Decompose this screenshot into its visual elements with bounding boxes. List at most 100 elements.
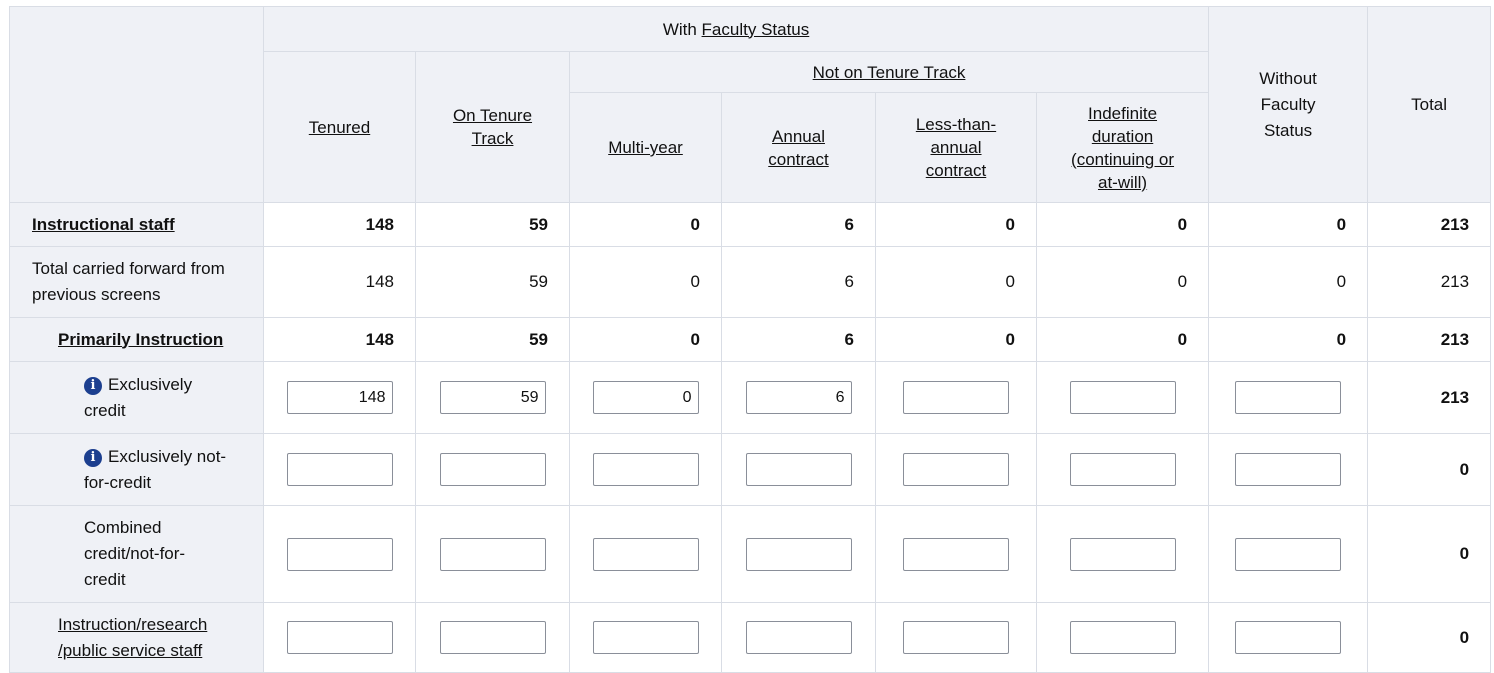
multi-year-input[interactable] bbox=[592, 453, 699, 486]
input-cell bbox=[1035, 505, 1210, 603]
indefinite-input[interactable] bbox=[1069, 621, 1176, 654]
input-cell bbox=[415, 361, 570, 434]
annual-contract-link[interactable]: Annual contract bbox=[768, 127, 828, 169]
multi-year-header[interactable]: Multi-year bbox=[569, 92, 722, 203]
not-on-tenure-track-link[interactable]: Not on Tenure Track bbox=[813, 63, 966, 82]
tenured-input[interactable] bbox=[286, 381, 393, 414]
cell-value: 0 bbox=[569, 317, 722, 362]
cell-value: 0 bbox=[569, 246, 722, 318]
input-cell bbox=[875, 433, 1037, 506]
on-tenure-track-input[interactable] bbox=[439, 381, 546, 414]
less-than-annual-input[interactable] bbox=[903, 621, 1009, 654]
multi-year-input[interactable] bbox=[592, 537, 699, 571]
less-than-annual-header[interactable]: Less-than-annual contract bbox=[875, 92, 1037, 203]
input-cell bbox=[721, 505, 876, 603]
cell-value: 6 bbox=[721, 246, 876, 318]
cell-value: 59 bbox=[415, 317, 570, 362]
input-cell bbox=[875, 602, 1037, 673]
cell-value: 0 bbox=[1035, 202, 1210, 247]
table-row: Instruction/research /public service sta… bbox=[9, 602, 1492, 673]
tenured-input[interactable] bbox=[286, 537, 393, 571]
not-on-tenure-track-header[interactable]: Not on Tenure Track bbox=[568, 51, 1210, 93]
less-than-annual-input[interactable] bbox=[903, 453, 1009, 486]
indefinite-input[interactable] bbox=[1069, 453, 1176, 486]
indefinite-header[interactable]: Indefinite duration (continuing or at-wi… bbox=[1035, 92, 1210, 203]
cell-value: 148 bbox=[263, 317, 416, 362]
row-total: 213 bbox=[1367, 246, 1492, 318]
input-cell bbox=[721, 433, 876, 506]
without-faculty-input[interactable] bbox=[1235, 381, 1342, 414]
table-row: i Exclusively not-for-credit 0 bbox=[9, 433, 1492, 506]
multi-year-input[interactable] bbox=[592, 621, 699, 654]
row-total: 213 bbox=[1367, 317, 1492, 362]
with-prefix: With bbox=[662, 19, 697, 39]
indefinite-input[interactable] bbox=[1069, 537, 1176, 571]
tenured-input[interactable] bbox=[286, 453, 393, 486]
input-cell bbox=[569, 433, 722, 506]
on-tenure-track-header[interactable]: On Tenure Track bbox=[415, 51, 570, 203]
multi-year-link[interactable]: Multi-year bbox=[608, 138, 683, 157]
cell-value: 0 bbox=[1208, 246, 1369, 318]
annual-contract-header[interactable]: Annual contract bbox=[721, 92, 876, 203]
annual-contract-input[interactable] bbox=[745, 621, 852, 654]
row-total: 0 bbox=[1367, 505, 1492, 603]
cell-value: 0 bbox=[875, 202, 1037, 247]
info-icon[interactable]: i bbox=[84, 376, 102, 395]
input-cell bbox=[415, 433, 570, 506]
input-cell bbox=[569, 602, 722, 673]
on-tenure-track-input[interactable] bbox=[439, 621, 546, 654]
instructional-staff-link[interactable]: Instructional staff bbox=[32, 215, 175, 234]
tenured-input[interactable] bbox=[286, 621, 393, 654]
row-label: Instruction/research /public service sta… bbox=[9, 602, 264, 673]
indefinite-input[interactable] bbox=[1069, 381, 1176, 414]
less-than-annual-input[interactable] bbox=[903, 537, 1009, 571]
input-cell bbox=[569, 361, 722, 434]
less-than-annual-input[interactable] bbox=[903, 381, 1009, 414]
input-cell bbox=[721, 602, 876, 673]
cell-value: 0 bbox=[1208, 317, 1369, 362]
cell-value: 6 bbox=[721, 202, 876, 247]
without-faculty-input[interactable] bbox=[1235, 537, 1342, 571]
input-cell bbox=[263, 602, 416, 673]
instruction-research-link[interactable]: Instruction/research /public service sta… bbox=[58, 615, 207, 660]
annual-contract-input[interactable] bbox=[745, 453, 852, 486]
table-row: iExclusively credit 213 bbox=[9, 361, 1492, 434]
row-label: Combined credit/not-for-credit bbox=[9, 505, 264, 603]
table-row: Primarily Instruction 148 59 0 6 0 0 0 2… bbox=[9, 317, 1492, 362]
corner-cell bbox=[9, 6, 264, 203]
total-header: Total bbox=[1367, 6, 1492, 203]
row-label-text: Exclusively not-for-credit bbox=[84, 446, 227, 492]
primarily-instruction-link[interactable]: Primarily Instruction bbox=[58, 330, 223, 349]
info-icon[interactable]: i bbox=[84, 448, 102, 467]
row-total: 213 bbox=[1367, 361, 1492, 434]
on-tenure-track-input[interactable] bbox=[439, 537, 546, 571]
without-faculty-input[interactable] bbox=[1235, 453, 1342, 486]
input-cell bbox=[1035, 602, 1210, 673]
multi-year-input[interactable] bbox=[592, 381, 699, 414]
cell-value: 0 bbox=[1035, 317, 1210, 362]
input-cell bbox=[1035, 433, 1210, 506]
cell-value: 0 bbox=[875, 246, 1037, 318]
input-cell bbox=[415, 505, 570, 603]
tenured-header[interactable]: Tenured bbox=[263, 51, 416, 203]
on-tenure-track-link[interactable]: On Tenure Track bbox=[453, 106, 532, 148]
tenured-link[interactable]: Tenured bbox=[309, 118, 370, 137]
input-cell bbox=[1208, 505, 1369, 603]
input-cell bbox=[875, 505, 1037, 603]
indefinite-duration-link[interactable]: Indefinite duration (continuing or at-wi… bbox=[1071, 104, 1174, 192]
with-faculty-status-header: With Faculty Status bbox=[262, 6, 1210, 52]
input-cell bbox=[1035, 361, 1210, 434]
cell-value: 59 bbox=[415, 202, 570, 247]
input-cell bbox=[263, 361, 416, 434]
on-tenure-track-input[interactable] bbox=[439, 453, 546, 486]
table-row: Instructional staff 148 59 0 6 0 0 0 213 bbox=[9, 202, 1492, 247]
input-cell bbox=[1208, 433, 1369, 506]
cell-value: 0 bbox=[875, 317, 1037, 362]
staff-table: With Faculty Status Without Faculty Stat… bbox=[9, 6, 1492, 673]
input-cell bbox=[721, 361, 876, 434]
annual-contract-input[interactable] bbox=[745, 537, 852, 571]
annual-contract-input[interactable] bbox=[745, 381, 852, 414]
without-faculty-input[interactable] bbox=[1235, 621, 1342, 654]
less-than-annual-link[interactable]: Less-than-annual contract bbox=[916, 115, 996, 180]
faculty-status-link[interactable]: Faculty Status bbox=[702, 20, 810, 39]
